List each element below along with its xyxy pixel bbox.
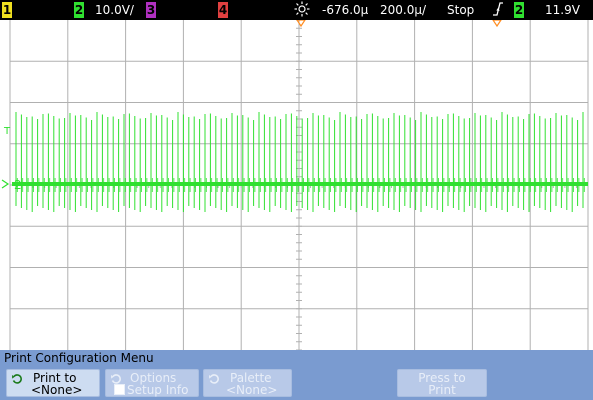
channel-2-ground-arrow <box>1 179 10 189</box>
checkbox-icon[interactable] <box>114 384 125 395</box>
options-softkey[interactable]: Options Setup Info <box>105 369 199 397</box>
channel-4-indicator[interactable]: 4 <box>218 2 228 18</box>
trigger-source-indicator[interactable]: 2 <box>514 2 524 18</box>
channel-1-indicator[interactable]: 1 <box>2 2 12 18</box>
options-setup-info: Setup Info <box>127 383 189 397</box>
waveform-display[interactable]: 2 T <box>0 20 593 350</box>
press-to-print-softkey[interactable]: Press to Print <box>397 369 487 397</box>
channel-2-indicator[interactable]: 2 <box>74 2 84 18</box>
options-value: Setup Info <box>114 384 188 397</box>
rotate-knob-icon <box>12 374 22 384</box>
channel-2-ground-marker: 2 <box>14 178 22 192</box>
press-to-print-value: Print <box>428 383 456 397</box>
run-state: Stop <box>447 3 475 17</box>
timebase-scale: 200.0µ/ <box>380 3 427 17</box>
status-bar: 1 2 10.0V/ 3 4 -676.0µ 200.0µ/ Stop 2 11… <box>0 0 593 20</box>
delay-reference-marker <box>296 20 306 28</box>
rising-edge-icon <box>492 1 504 17</box>
waveform-canvas: 2 T <box>1 20 589 350</box>
softkey-bar: Print to <None> Options Setup Info Palet… <box>0 366 593 400</box>
print-to-softkey[interactable]: Print to <None> <box>6 369 100 397</box>
horizontal-delay: -676.0µ <box>322 3 369 17</box>
rotate-knob-icon <box>209 374 219 384</box>
palette-value: <None> <box>226 383 278 397</box>
menu-title-bar: Print Configuration Menu <box>0 350 593 366</box>
channel-2-scale: 10.0V/ <box>95 3 134 17</box>
palette-softkey[interactable]: Palette <None> <box>203 369 292 397</box>
trigger-level-marker: T <box>3 126 11 137</box>
trigger-level: 11.9V <box>545 3 580 17</box>
menu-title: Print Configuration Menu <box>4 351 154 365</box>
sun-icon <box>294 1 310 17</box>
trigger-point-marker <box>492 20 502 28</box>
channel-3-indicator[interactable]: 3 <box>146 2 156 18</box>
print-to-value: <None> <box>31 383 83 397</box>
